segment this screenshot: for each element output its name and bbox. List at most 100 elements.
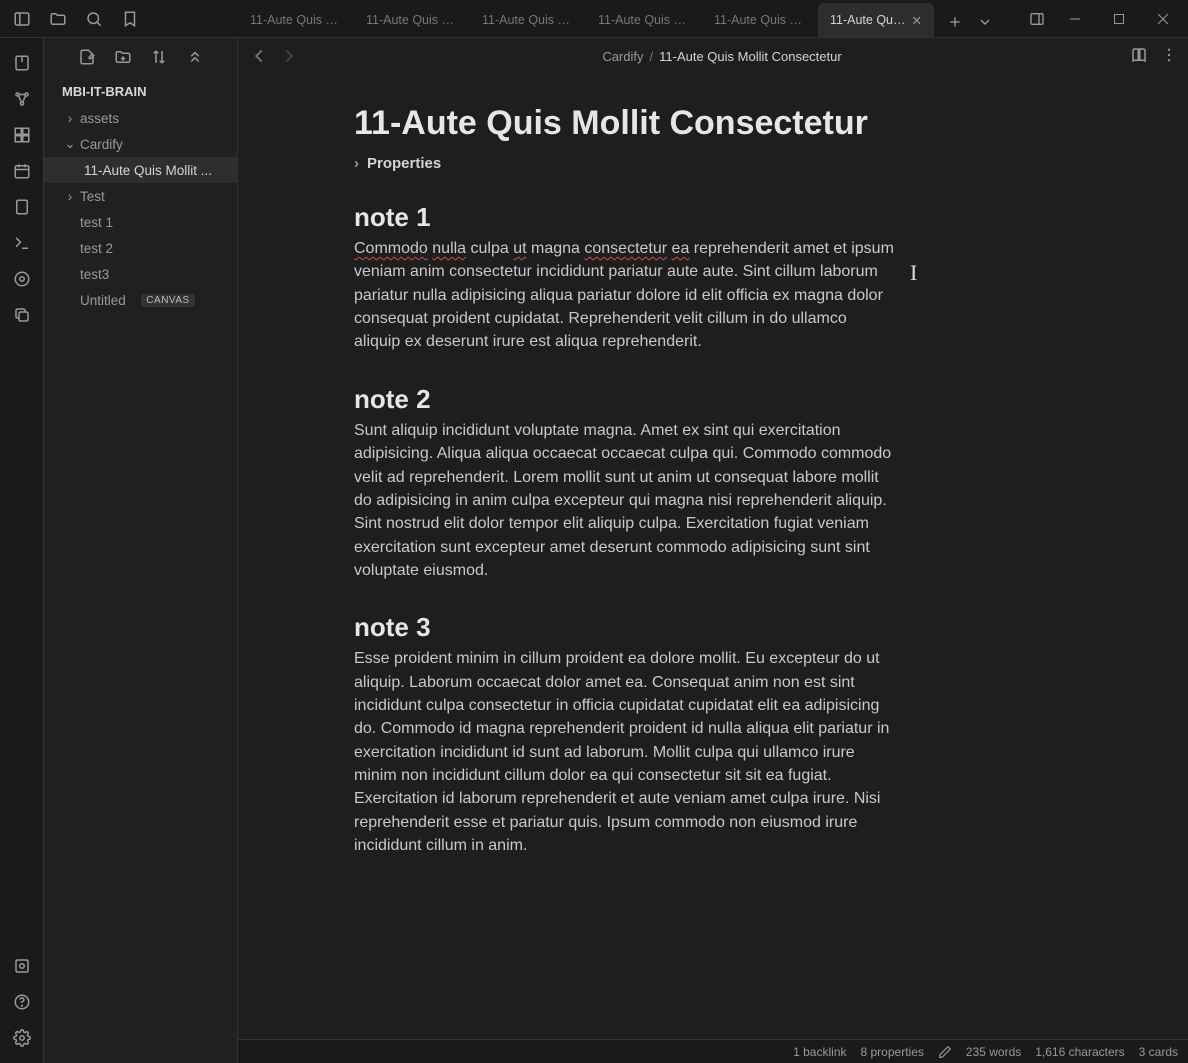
graph-icon[interactable]: [7, 84, 37, 114]
section-heading[interactable]: note 1: [354, 202, 1128, 233]
canvas-badge: CANVAS: [141, 294, 194, 307]
note-paragraph[interactable]: Esse proident minim in cillum proident e…: [354, 647, 894, 857]
plugin-icon[interactable]: [7, 264, 37, 294]
section-heading[interactable]: note 2: [354, 384, 1128, 415]
tree-label: Test: [80, 189, 105, 204]
help-icon[interactable]: [7, 987, 37, 1017]
chevron-down-icon: ⌄: [64, 136, 76, 152]
chevron-right-icon: ›: [64, 111, 76, 126]
edit-mode-icon[interactable]: [938, 1045, 952, 1059]
main-layout: MBI-IT-BRAIN › assets ⌄ Cardify 11-Aute Qu…: [0, 38, 1188, 1063]
vault-title: MBI-IT-BRAIN: [44, 76, 237, 105]
tree-label: 11-Aute Quis Mollit ...: [84, 163, 212, 178]
status-chars[interactable]: 1,616 characters: [1035, 1045, 1124, 1059]
tree-label: test 2: [80, 241, 113, 256]
status-bar: 1 backlink 8 properties 235 words 1,616 …: [238, 1039, 1188, 1063]
note-title[interactable]: 11-Aute Quis Mollit Consectetur: [354, 104, 1128, 143]
tree-file-canvas[interactable]: Untitled CANVAS: [44, 287, 237, 313]
tab-label: 11-Aute Quis M...: [482, 13, 574, 27]
templates-icon[interactable]: [7, 192, 37, 222]
new-note-icon[interactable]: [77, 47, 97, 67]
titlebar-left-tools: [0, 3, 238, 35]
file-tree: › assets ⌄ Cardify 11-Aute Quis Mollit ...…: [44, 105, 237, 313]
file-explorer: MBI-IT-BRAIN › assets ⌄ Cardify 11-Aute Qu…: [44, 38, 238, 1063]
command-palette-icon[interactable]: [7, 228, 37, 258]
tree-folder-assets[interactable]: › assets: [44, 105, 237, 131]
properties-toggle[interactable]: › Properties: [354, 155, 1128, 172]
sort-icon[interactable]: [149, 47, 169, 67]
new-folder-icon[interactable]: [113, 47, 133, 67]
more-options-icon[interactable]: [1160, 46, 1178, 67]
spell-word: consectetur: [584, 240, 667, 257]
tree-label: test3: [80, 267, 109, 282]
spell-word: Commodo: [354, 240, 428, 257]
tab-bar: 11-Aute Quis M... 11-Aute Quis M... 11-A…: [238, 0, 1018, 37]
tab-dropdown-button[interactable]: [970, 7, 1000, 37]
left-ribbon: [0, 38, 44, 1063]
expand-sidebar-right-icon[interactable]: [1022, 4, 1052, 34]
tree-label: assets: [80, 111, 119, 126]
editor-body[interactable]: 11-Aute Quis Mollit Consectetur › Proper…: [238, 74, 1188, 1039]
tab-label: 11-Aute Qui...: [830, 13, 906, 27]
editor-pane: Cardify / 11-Aute Quis Mollit Consectetu…: [238, 38, 1188, 1063]
chevron-right-icon: ›: [354, 155, 359, 172]
tab-label: 11-Aute Quis M...: [366, 13, 458, 27]
chevron-right-icon: ›: [64, 189, 76, 204]
text-cursor-icon: I: [910, 260, 917, 286]
note-paragraph[interactable]: CommodoCommodo nulla culpa ut magna cons…: [354, 237, 894, 354]
collapse-all-icon[interactable]: [185, 47, 205, 67]
new-tab-button[interactable]: [940, 7, 970, 37]
daily-note-icon[interactable]: [7, 156, 37, 186]
title-bar: 11-Aute Quis M... 11-Aute Quis M... 11-A…: [0, 0, 1188, 38]
tab-label: 11-Aute Quis M...: [598, 13, 690, 27]
section-heading[interactable]: note 3: [354, 612, 1128, 643]
window-maximize-button[interactable]: [1098, 2, 1140, 36]
tree-label: Cardify: [80, 137, 123, 152]
tab-label: 11-Aute Quis M...: [714, 13, 806, 27]
collapse-sidebar-icon[interactable]: [6, 3, 38, 35]
bookmark-icon[interactable]: [114, 3, 146, 35]
tab[interactable]: 11-Aute Quis M...: [354, 3, 470, 37]
spell-word: ea: [672, 240, 690, 257]
tab-active[interactable]: 11-Aute Qui... ✕: [818, 3, 934, 37]
tree-folder-cardify[interactable]: ⌄ Cardify: [44, 131, 237, 157]
spell-word: nulla: [432, 240, 466, 257]
breadcrumb-parent[interactable]: Cardify: [602, 49, 643, 64]
nav-back-icon[interactable]: [248, 45, 270, 67]
file-toolbar: [44, 38, 237, 76]
reading-view-icon[interactable]: [1130, 46, 1148, 67]
window-close-button[interactable]: [1142, 2, 1184, 36]
tree-file-active[interactable]: 11-Aute Quis Mollit ...: [44, 157, 237, 183]
status-backlinks[interactable]: 1 backlink: [793, 1045, 846, 1059]
status-words[interactable]: 235 words: [966, 1045, 1021, 1059]
status-properties[interactable]: 8 properties: [861, 1045, 924, 1059]
breadcrumb-separator: /: [650, 49, 654, 64]
properties-label: Properties: [367, 155, 441, 172]
search-icon[interactable]: [78, 3, 110, 35]
tree-file[interactable]: test3: [44, 261, 237, 287]
tree-file[interactable]: test 1: [44, 209, 237, 235]
tree-file[interactable]: test 2: [44, 235, 237, 261]
tree-label: test 1: [80, 215, 113, 230]
tree-label: Untitled: [80, 293, 126, 308]
tab[interactable]: 11-Aute Quis M...: [586, 3, 702, 37]
vault-icon[interactable]: [7, 951, 37, 981]
window-controls: [1018, 2, 1188, 36]
breadcrumb-current[interactable]: 11-Aute Quis Mollit Consectetur: [659, 49, 842, 64]
nav-forward-icon[interactable]: [278, 45, 300, 67]
spell-word: ut: [513, 240, 526, 257]
tab[interactable]: 11-Aute Quis M...: [238, 3, 354, 37]
tree-folder-test[interactable]: › Test: [44, 183, 237, 209]
status-cards[interactable]: 3 cards: [1139, 1045, 1178, 1059]
tab[interactable]: 11-Aute Quis M...: [702, 3, 818, 37]
settings-icon[interactable]: [7, 1023, 37, 1053]
tab[interactable]: 11-Aute Quis M...: [470, 3, 586, 37]
tab-label: 11-Aute Quis M...: [250, 13, 342, 27]
note-paragraph[interactable]: Sunt aliquip incididunt voluptate magna.…: [354, 419, 894, 583]
copy-icon[interactable]: [7, 300, 37, 330]
canvas-icon[interactable]: [7, 120, 37, 150]
window-minimize-button[interactable]: [1054, 2, 1096, 36]
quick-switcher-icon[interactable]: [7, 48, 37, 78]
close-icon[interactable]: ✕: [912, 13, 922, 28]
folder-icon[interactable]: [42, 3, 74, 35]
